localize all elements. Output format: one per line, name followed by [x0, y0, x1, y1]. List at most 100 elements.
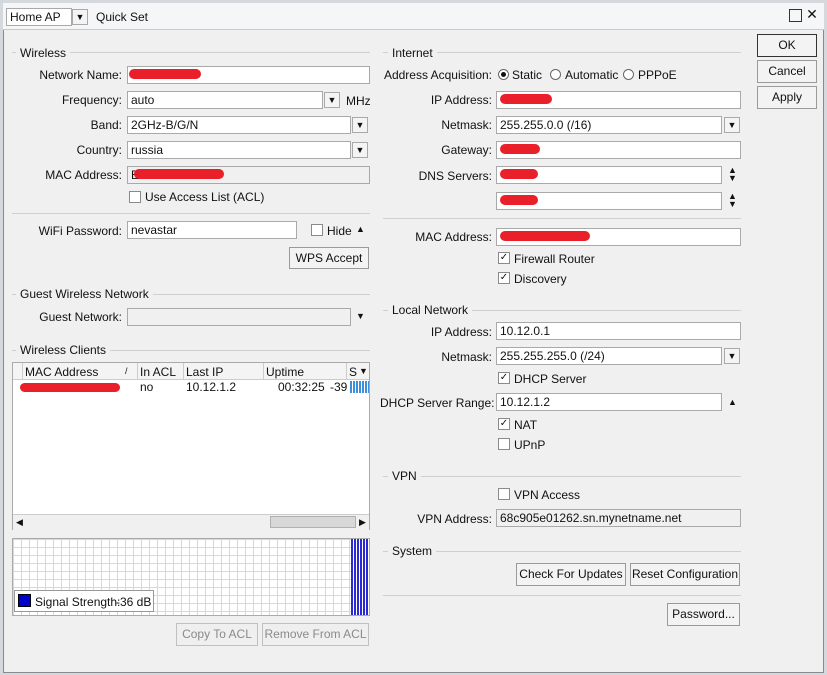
check-updates-button[interactable]: Check For Updates: [516, 563, 626, 586]
internet-netmask-label: Netmask:: [441, 118, 492, 132]
hide-checkbox[interactable]: [311, 224, 323, 236]
dns-label: DNS Servers:: [418, 169, 492, 183]
dhcp-range-arrow-icon[interactable]: ▲: [728, 397, 737, 407]
scroll-right-icon[interactable]: ▶: [359, 517, 366, 528]
remove-from-acl-button[interactable]: Remove From ACL: [262, 623, 369, 646]
internet-mac-label: MAC Address:: [415, 230, 492, 244]
redaction-mark: [500, 231, 590, 241]
country-select[interactable]: russia: [127, 141, 351, 159]
col-separator: [137, 363, 138, 379]
local-ip-value: 10.12.0.1: [500, 324, 551, 338]
local-ip-input[interactable]: 10.12.0.1: [496, 322, 741, 340]
copy-to-acl-button[interactable]: Copy To ACL: [176, 623, 258, 646]
dhcp-range-value: 10.12.1.2: [500, 395, 551, 409]
reset-configuration-button[interactable]: Reset Configuration: [630, 563, 740, 586]
dns-updown-icon[interactable]: ▲ ▼: [728, 166, 737, 183]
vpn-divider: [383, 476, 741, 477]
cancel-button[interactable]: Cancel: [757, 60, 817, 83]
signal-graph-bars: [351, 539, 369, 615]
nat-checkbox[interactable]: ✓: [498, 418, 510, 430]
country-label: Country:: [76, 143, 122, 157]
scroll-thumb[interactable]: [270, 516, 356, 528]
dns2-updown-icon[interactable]: ▲ ▼: [728, 192, 737, 209]
scroll-left-icon[interactable]: ◀: [16, 517, 23, 528]
dhcp-checkbox[interactable]: ✓: [498, 372, 510, 384]
frequency-select[interactable]: auto: [127, 91, 323, 109]
gateway-label: Gateway:: [441, 143, 492, 157]
col-mac-address[interactable]: MAC Address: [25, 365, 98, 379]
col-separator: [183, 363, 184, 379]
pppoe-radio[interactable]: [623, 69, 634, 80]
local-netmask-value: 255.255.255.0 (/24): [500, 349, 605, 363]
col-uptime[interactable]: Uptime: [266, 365, 304, 379]
wireless-divider-2: [12, 213, 370, 214]
wifi-password-value: nevastar: [131, 223, 178, 237]
mode-value: Home AP: [10, 10, 61, 24]
signal-strength-label: Signal Strength:: [35, 595, 121, 609]
wireless-section-title: Wireless: [16, 46, 71, 60]
hide-label: Hide: [327, 224, 352, 238]
wifi-password-input[interactable]: nevastar: [127, 221, 297, 239]
frequency-label: Frequency:: [61, 93, 122, 107]
local-netmask-dropdown-icon[interactable]: ▼: [724, 348, 740, 364]
internet-section-title: Internet: [388, 46, 437, 60]
dhcp-range-label: DHCP Server Range:: [380, 396, 495, 410]
acl-checkbox[interactable]: [129, 191, 141, 203]
redaction-mark: [20, 383, 120, 392]
vpn-section-title: VPN: [388, 469, 421, 483]
country-dropdown-icon[interactable]: ▼: [352, 142, 368, 158]
mode-dropdown-icon[interactable]: ▼: [72, 9, 88, 25]
discovery-checkbox[interactable]: ✓: [498, 272, 510, 284]
redaction-mark: [129, 69, 201, 79]
local-netmask-select[interactable]: 255.255.255.0 (/24): [496, 347, 722, 365]
network-name-label: Network Name:: [39, 68, 122, 82]
system-divider-2: [383, 595, 741, 596]
dhcp-range-input[interactable]: 10.12.1.2: [496, 393, 722, 411]
signal-strength-value: -36 dB: [116, 595, 152, 609]
row-last-ip: 10.12.1.2: [186, 380, 237, 394]
automatic-label: Automatic: [565, 68, 619, 82]
static-radio[interactable]: [498, 69, 509, 80]
firewall-checkbox[interactable]: ✓: [498, 252, 510, 264]
col-in-acl[interactable]: In ACL: [140, 365, 176, 379]
col-separator: [22, 363, 23, 379]
row-in-acl: no: [140, 380, 154, 394]
nat-label: NAT: [514, 418, 538, 432]
guest-network-select: [127, 308, 351, 326]
guest-network-label: Guest Network:: [39, 310, 122, 324]
automatic-radio[interactable]: [550, 69, 561, 80]
col-last-ip[interactable]: Last IP: [186, 365, 223, 379]
internet-netmask-value: 255.255.0.0 (/16): [500, 118, 592, 132]
signal-bar: [350, 381, 369, 393]
internet-netmask-select[interactable]: 255.255.0.0 (/16): [496, 116, 722, 134]
internet-netmask-dropdown-icon[interactable]: ▼: [724, 117, 740, 133]
mode-select[interactable]: Home AP: [6, 8, 72, 26]
frequency-dropdown-icon[interactable]: ▼: [324, 92, 340, 108]
local-netmask-label: Netmask:: [441, 350, 492, 364]
maximize-icon[interactable]: [789, 9, 802, 22]
system-section-title: System: [388, 544, 437, 558]
col-signal[interactable]: S: [349, 365, 357, 379]
vpn-access-checkbox[interactable]: [498, 488, 510, 500]
password-button[interactable]: Password...: [667, 603, 740, 626]
upnp-label: UPnP: [514, 438, 546, 452]
band-value: 2GHz-B/G/N: [131, 118, 199, 132]
ok-button[interactable]: OK: [757, 34, 817, 57]
band-dropdown-icon[interactable]: ▼: [352, 117, 368, 133]
acl-label: Use Access List (ACL): [145, 190, 265, 204]
close-icon[interactable]: ✕: [805, 7, 819, 22]
guest-section-title: Guest Wireless Network: [16, 287, 153, 301]
band-select[interactable]: 2GHz-B/G/N: [127, 116, 351, 134]
col-separator: [263, 363, 264, 379]
vpn-access-label: VPN Access: [514, 488, 581, 502]
collapse-arrow-icon[interactable]: ▲: [356, 224, 365, 234]
upnp-checkbox[interactable]: [498, 438, 510, 450]
row-signal: -39: [330, 380, 348, 394]
pppoe-label: PPPoE: [638, 68, 677, 82]
apply-button[interactable]: Apply: [757, 86, 817, 109]
vpn-address-field: 68c905e01262.sn.mynetname.net: [496, 509, 741, 527]
wps-accept-button[interactable]: WPS Accept: [289, 247, 369, 269]
guest-dropdown-icon[interactable]: ▼: [356, 311, 365, 321]
frequency-value: auto: [131, 93, 155, 107]
columns-menu-icon[interactable]: ▼: [359, 366, 368, 376]
